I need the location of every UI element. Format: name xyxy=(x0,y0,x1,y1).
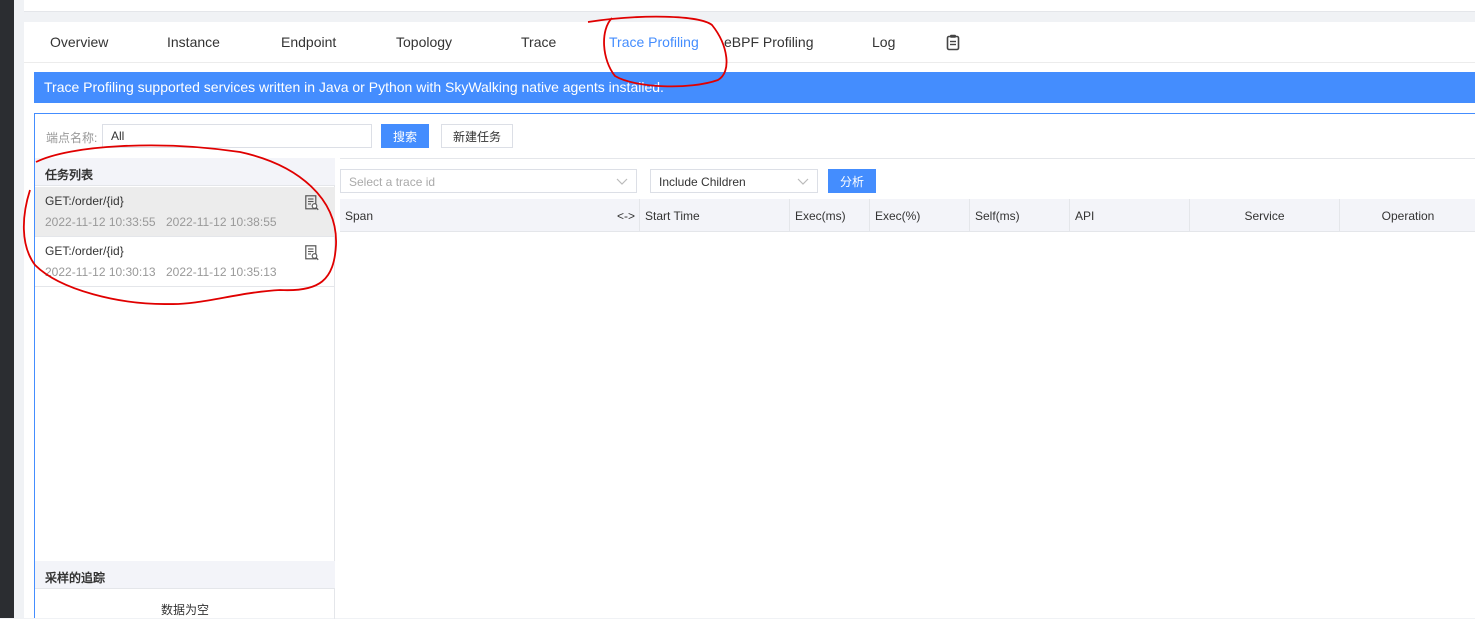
task-column: 任务列表 GET:/order/{id} 2022-11-12 10:33:55… xyxy=(35,158,335,619)
tab-topology[interactable]: Topology xyxy=(396,34,452,50)
empty-state-text: 数据为空 xyxy=(160,603,209,617)
tab-instance[interactable]: Instance xyxy=(167,34,220,50)
children-mode-value: Include Children xyxy=(659,175,746,189)
task-detail-icon[interactable] xyxy=(305,245,319,261)
tab-trace[interactable]: Trace xyxy=(521,34,556,50)
task-endpoint-name: GET:/order/{id} xyxy=(45,244,124,258)
task-item[interactable]: GET:/order/{id} 2022-11-12 10:30:13 2022… xyxy=(35,237,335,287)
task-list-header: 任务列表 xyxy=(35,158,335,186)
column-resize-toggle[interactable]: <-> xyxy=(617,209,635,223)
task-detail-icon[interactable] xyxy=(305,195,319,211)
main-content: Overview Instance Endpoint Topology Trac… xyxy=(24,22,1475,619)
endpoint-name-label: 端点名称: xyxy=(46,131,98,145)
column-start-time: Start Time xyxy=(640,199,790,232)
analysis-area: Select a trace id Include Children 分析 Sp… xyxy=(340,158,1475,619)
column-exec-percent: Exec(%) xyxy=(870,199,970,232)
tab-ebpf-profiling[interactable]: eBPF Profiling xyxy=(724,34,813,50)
top-card xyxy=(24,0,1475,12)
profiling-panel: 端点名称: 搜索 新建任务 任务列表 GET:/order/{id} 2022-… xyxy=(34,113,1475,619)
task-end-time: 2022-11-12 10:38:55 xyxy=(166,215,277,229)
sampled-traces-header: 采样的追踪 xyxy=(35,561,335,589)
column-api: API xyxy=(1070,199,1190,232)
chevron-down-icon xyxy=(797,178,809,185)
column-self-ms: Self(ms) xyxy=(970,199,1070,232)
task-endpoint-name: GET:/order/{id} xyxy=(45,194,124,208)
clipboard-icon[interactable] xyxy=(946,34,960,51)
tab-log[interactable]: Log xyxy=(872,34,895,50)
tab-trace-profiling[interactable]: Trace Profiling xyxy=(609,34,699,50)
children-mode-select[interactable]: Include Children xyxy=(650,169,818,193)
left-rail xyxy=(0,0,14,618)
new-task-button[interactable]: 新建任务 xyxy=(441,124,513,148)
column-exec-ms: Exec(ms) xyxy=(790,199,870,232)
column-operation: Operation xyxy=(1381,209,1435,223)
column-span-label: Span xyxy=(345,209,374,223)
task-start-time: 2022-11-12 10:30:13 xyxy=(45,265,156,279)
task-start-time: 2022-11-12 10:33:55 xyxy=(45,215,156,229)
analyze-button[interactable]: 分析 xyxy=(828,169,876,193)
tab-bar: Overview Instance Endpoint Topology Trac… xyxy=(24,22,1475,63)
column-span[interactable]: Span <-> xyxy=(340,199,640,232)
tab-endpoint[interactable]: Endpoint xyxy=(281,34,336,50)
info-banner: Trace Profiling supported services writt… xyxy=(34,72,1475,103)
column-service: Service xyxy=(1190,199,1340,232)
search-button[interactable]: 搜索 xyxy=(381,124,429,148)
chevron-down-icon xyxy=(616,178,628,185)
trace-id-select[interactable]: Select a trace id xyxy=(340,169,637,193)
endpoint-search-input[interactable] xyxy=(102,124,372,148)
task-item[interactable]: GET:/order/{id} 2022-11-12 10:33:55 2022… xyxy=(35,187,335,237)
tab-overview[interactable]: Overview xyxy=(50,34,108,50)
trace-id-placeholder: Select a trace id xyxy=(349,175,436,189)
task-end-time: 2022-11-12 10:35:13 xyxy=(166,265,277,279)
span-table-header: Span <-> Start Time Exec(ms) Exec(%) Sel… xyxy=(340,199,1475,232)
